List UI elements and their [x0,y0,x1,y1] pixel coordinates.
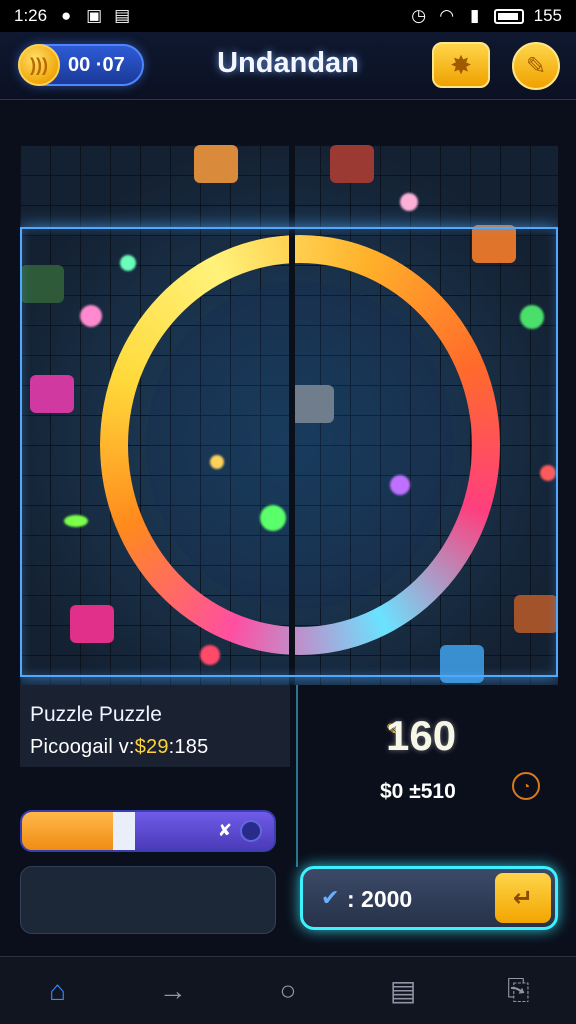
progress-bar[interactable]: ✘ [20,810,276,852]
top-bar: ))) 00 ·07 Undandan ✸ ✎ [0,32,576,100]
nav-circle[interactable]: ○ [258,966,318,1016]
battery-level: 155 [533,6,562,25]
arrow-icon: ↵ [512,884,534,912]
nav-inbox[interactable]: ▤ [373,966,433,1016]
signal-icon: ▮ [469,6,480,25]
settings-button[interactable]: ✸ [432,42,490,88]
empty-slot-panel[interactable] [20,866,276,934]
progress-handle[interactable] [112,812,135,850]
puzzle-piece[interactable] [330,145,374,183]
claim-button[interactable]: ↵ [495,873,551,923]
puzzle-board[interactable] [20,145,558,685]
profile-icon: ⎘ [507,974,530,1005]
home-icon: ⌂ [49,974,67,1006]
gear-icon: ✸ [450,49,472,80]
bag-icon: ▤ [114,6,131,25]
board-frame [20,227,558,677]
puzzle-piece[interactable] [194,145,238,183]
nav-next[interactable]: → [143,966,203,1016]
wifi-icon: ◠ [439,6,455,25]
camera-icon: ▣ [86,6,103,25]
puzzle-name: Puzzle Puzzle [30,703,162,726]
puzzle-meta: Picoogail v:$29:185 [30,736,209,758]
reward-panel[interactable]: ✔ : 2000 ↵ [300,866,558,930]
pencil-icon: ✎ [525,52,547,80]
battery-icon [493,8,524,24]
status-bar: 1:26 ● ▣ ▤ ◷ ◠ ▮ 155 [0,0,576,32]
nav-home[interactable]: ⌂ [28,966,88,1016]
gem-icon [240,820,262,842]
alarm-icon: ◷ [411,6,427,25]
edit-button[interactable]: ✎ [512,42,560,90]
status-time: 1:26 [14,6,48,25]
nav-profile[interactable]: ⎘ [488,966,548,1016]
bottom-nav: ⌂ → ○ ▤ ⎘ [0,956,576,1024]
progress-marker: ✘ [217,821,232,840]
secondary-score: $0 ±510 [380,780,456,803]
progress-fill [22,812,113,850]
timer-icon[interactable]: ◔ [512,772,540,800]
arrow-right-icon: → [158,974,187,1006]
circle-icon: ○ [279,974,297,1006]
checkmark-icon: ✔ [321,885,340,910]
inbox-icon: ▤ [389,975,417,1006]
reward-value: : 2000 [347,886,413,912]
chat-icon: ● [60,6,72,25]
score-value: 160 [386,712,457,759]
